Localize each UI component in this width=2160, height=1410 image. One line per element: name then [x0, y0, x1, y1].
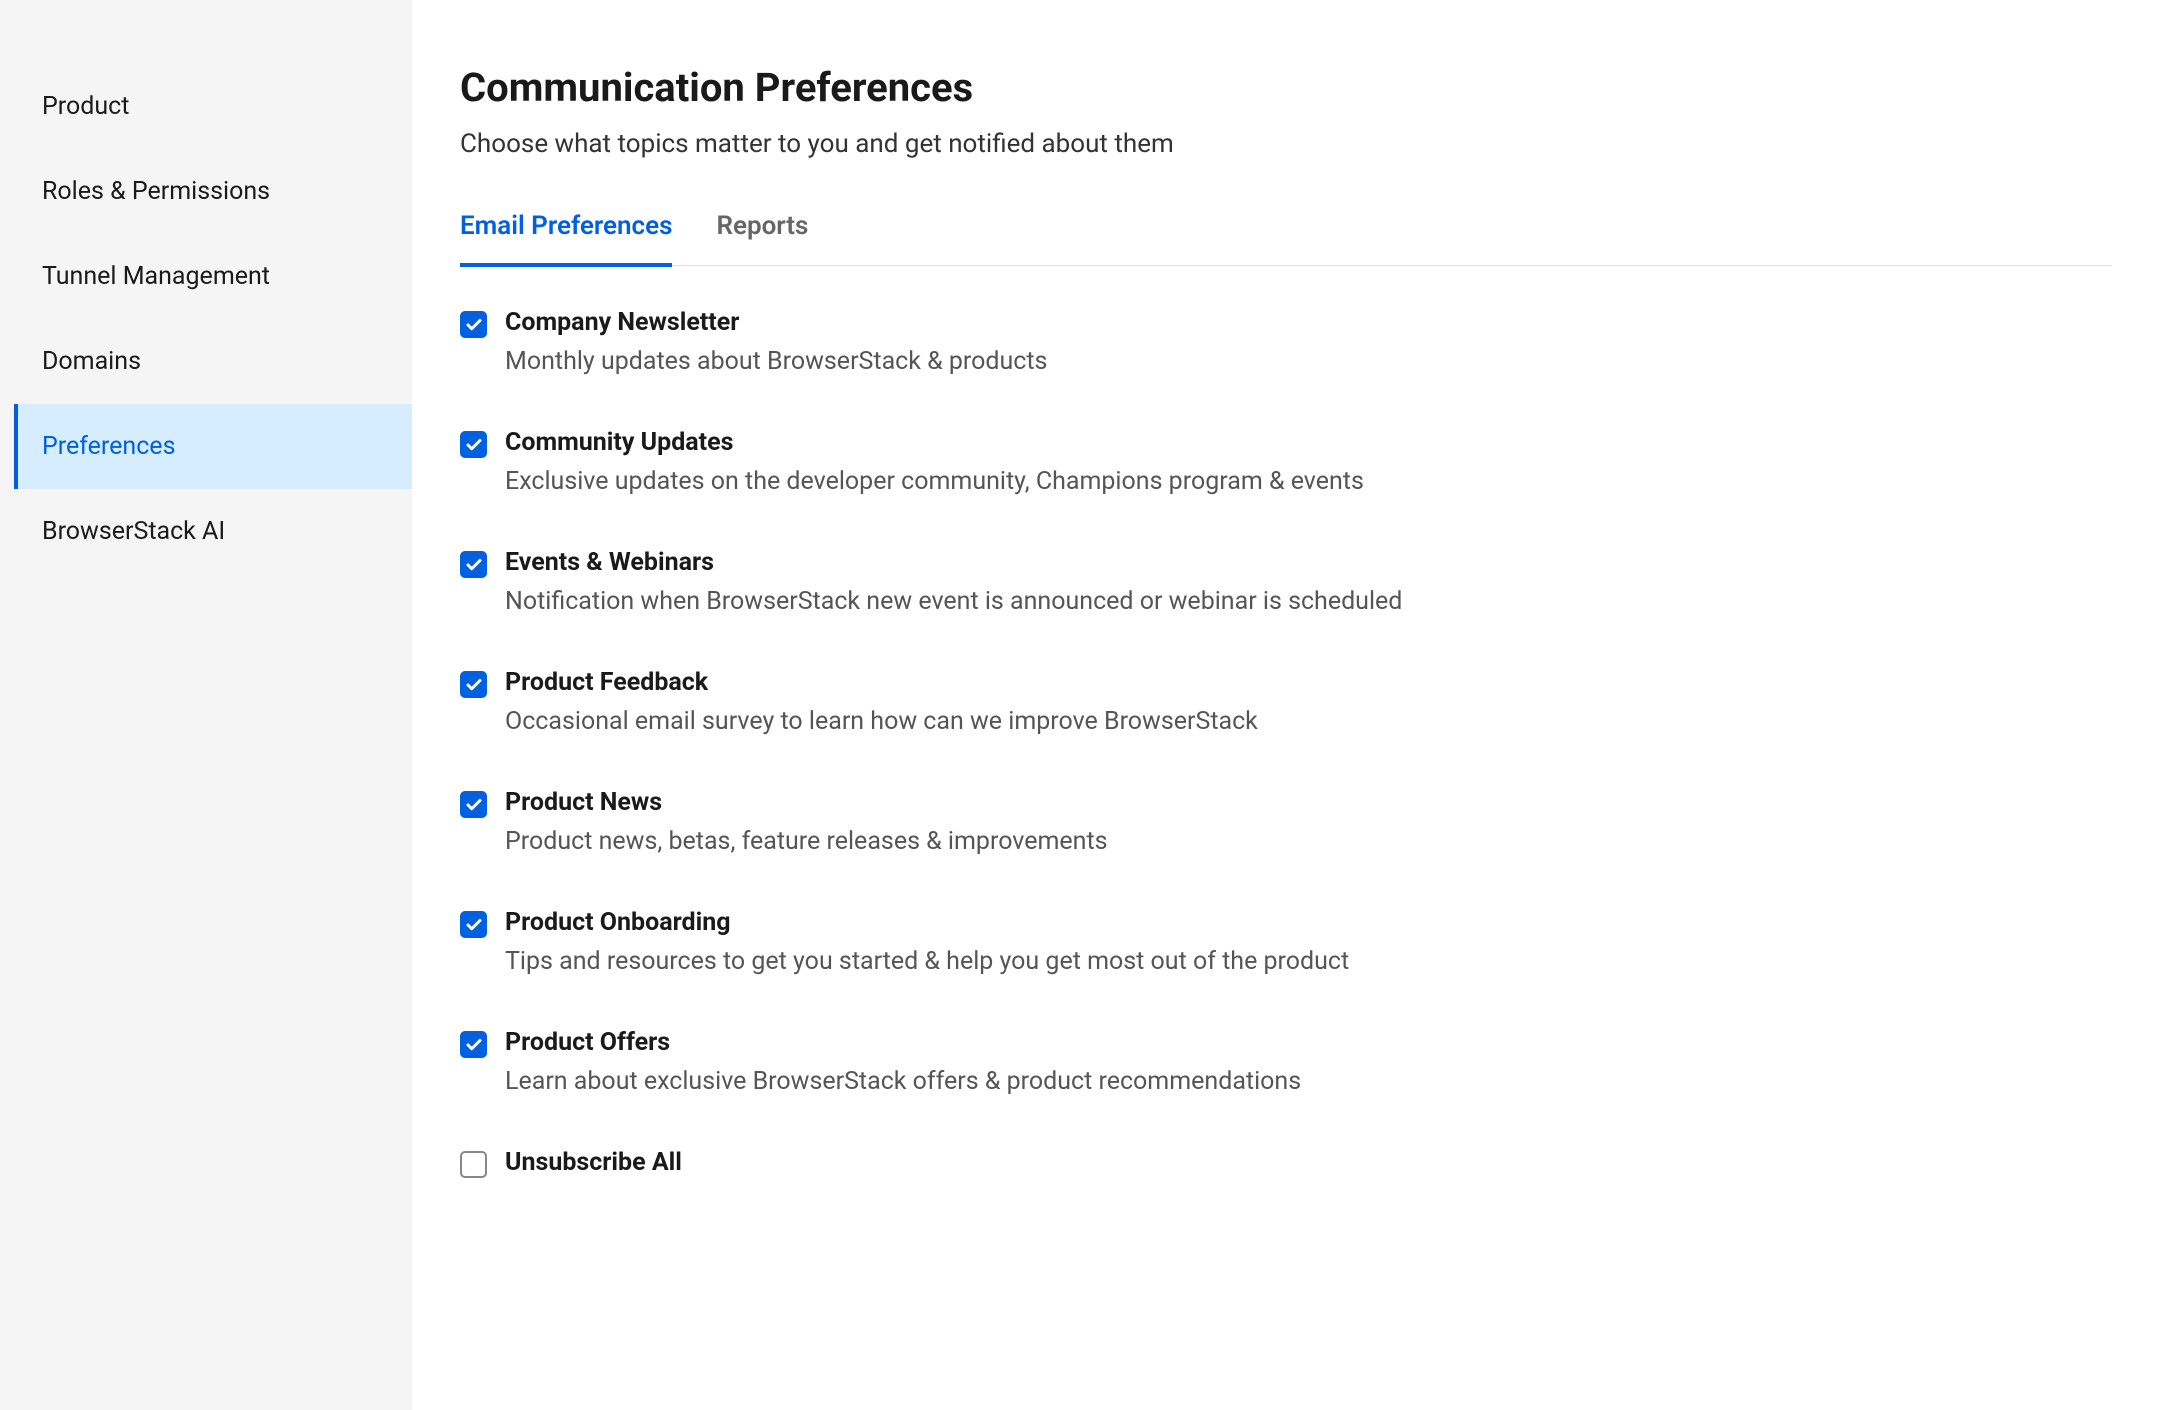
- preference-product-onboarding: Product Onboarding Tips and resources to…: [460, 908, 2112, 976]
- preference-description: Occasional email survey to learn how can…: [505, 707, 2112, 736]
- preference-description: Notification when BrowserStack new event…: [505, 587, 2112, 616]
- tab-email-preferences[interactable]: Email Preferences: [460, 211, 672, 267]
- preference-content: Unsubscribe All: [505, 1148, 2112, 1187]
- preference-product-offers: Product Offers Learn about exclusive Bro…: [460, 1028, 2112, 1096]
- preference-content: Product News Product news, betas, featur…: [505, 788, 2112, 856]
- preference-title: Company Newsletter: [505, 308, 2112, 337]
- checkbox-product-feedback[interactable]: [460, 671, 487, 698]
- preference-description: Learn about exclusive BrowserStack offer…: [505, 1067, 2112, 1096]
- checkbox-product-news[interactable]: [460, 791, 487, 818]
- sidebar: Product Roles & Permissions Tunnel Manag…: [0, 0, 412, 1410]
- preference-community-updates: Community Updates Exclusive updates on t…: [460, 428, 2112, 496]
- preference-title: Product Feedback: [505, 668, 2112, 697]
- preference-content: Product Feedback Occasional email survey…: [505, 668, 2112, 736]
- checkbox-events-webinars[interactable]: [460, 551, 487, 578]
- page-subtitle: Choose what topics matter to you and get…: [460, 129, 2112, 159]
- preference-title: Community Updates: [505, 428, 2112, 457]
- preference-unsubscribe-all: Unsubscribe All: [460, 1148, 2112, 1187]
- preference-product-feedback: Product Feedback Occasional email survey…: [460, 668, 2112, 736]
- preference-description: Product news, betas, feature releases & …: [505, 827, 2112, 856]
- preference-content: Product Onboarding Tips and resources to…: [505, 908, 2112, 976]
- preference-content: Product Offers Learn about exclusive Bro…: [505, 1028, 2112, 1096]
- check-icon: [465, 796, 483, 814]
- preference-description: Tips and resources to get you started & …: [505, 947, 2112, 976]
- checkbox-company-newsletter[interactable]: [460, 311, 487, 338]
- preference-product-news: Product News Product news, betas, featur…: [460, 788, 2112, 856]
- check-icon: [465, 316, 483, 334]
- check-icon: [465, 676, 483, 694]
- check-icon: [465, 556, 483, 574]
- preference-title: Events & Webinars: [505, 548, 2112, 577]
- checkbox-unsubscribe-all[interactable]: [460, 1151, 487, 1178]
- preference-title: Product Offers: [505, 1028, 2112, 1057]
- app-container: Product Roles & Permissions Tunnel Manag…: [0, 0, 2160, 1410]
- preference-content: Company Newsletter Monthly updates about…: [505, 308, 2112, 376]
- main-content: Communication Preferences Choose what to…: [412, 0, 2160, 1410]
- preference-events-webinars: Events & Webinars Notification when Brow…: [460, 548, 2112, 616]
- preference-title: Unsubscribe All: [505, 1148, 2112, 1177]
- sidebar-item-preferences[interactable]: Preferences: [14, 404, 412, 489]
- checkbox-product-offers[interactable]: [460, 1031, 487, 1058]
- check-icon: [465, 916, 483, 934]
- page-title: Communication Preferences: [460, 64, 2112, 111]
- preference-content: Events & Webinars Notification when Brow…: [505, 548, 2112, 616]
- sidebar-item-product[interactable]: Product: [14, 64, 412, 149]
- sidebar-item-domains[interactable]: Domains: [14, 319, 412, 404]
- checkbox-product-onboarding[interactable]: [460, 911, 487, 938]
- sidebar-item-roles-permissions[interactable]: Roles & Permissions: [14, 149, 412, 234]
- check-icon: [465, 436, 483, 454]
- preference-company-newsletter: Company Newsletter Monthly updates about…: [460, 308, 2112, 376]
- sidebar-item-tunnel-management[interactable]: Tunnel Management: [14, 234, 412, 319]
- preference-title: Product Onboarding: [505, 908, 2112, 937]
- preference-title: Product News: [505, 788, 2112, 817]
- preference-description: Monthly updates about BrowserStack & pro…: [505, 347, 2112, 376]
- preference-content: Community Updates Exclusive updates on t…: [505, 428, 2112, 496]
- check-icon: [465, 1036, 483, 1054]
- checkbox-community-updates[interactable]: [460, 431, 487, 458]
- tabs-container: Email Preferences Reports: [460, 211, 2112, 266]
- tab-reports[interactable]: Reports: [716, 211, 808, 267]
- preference-description: Exclusive updates on the developer commu…: [505, 467, 2112, 496]
- sidebar-item-browserstack-ai[interactable]: BrowserStack AI: [14, 489, 412, 574]
